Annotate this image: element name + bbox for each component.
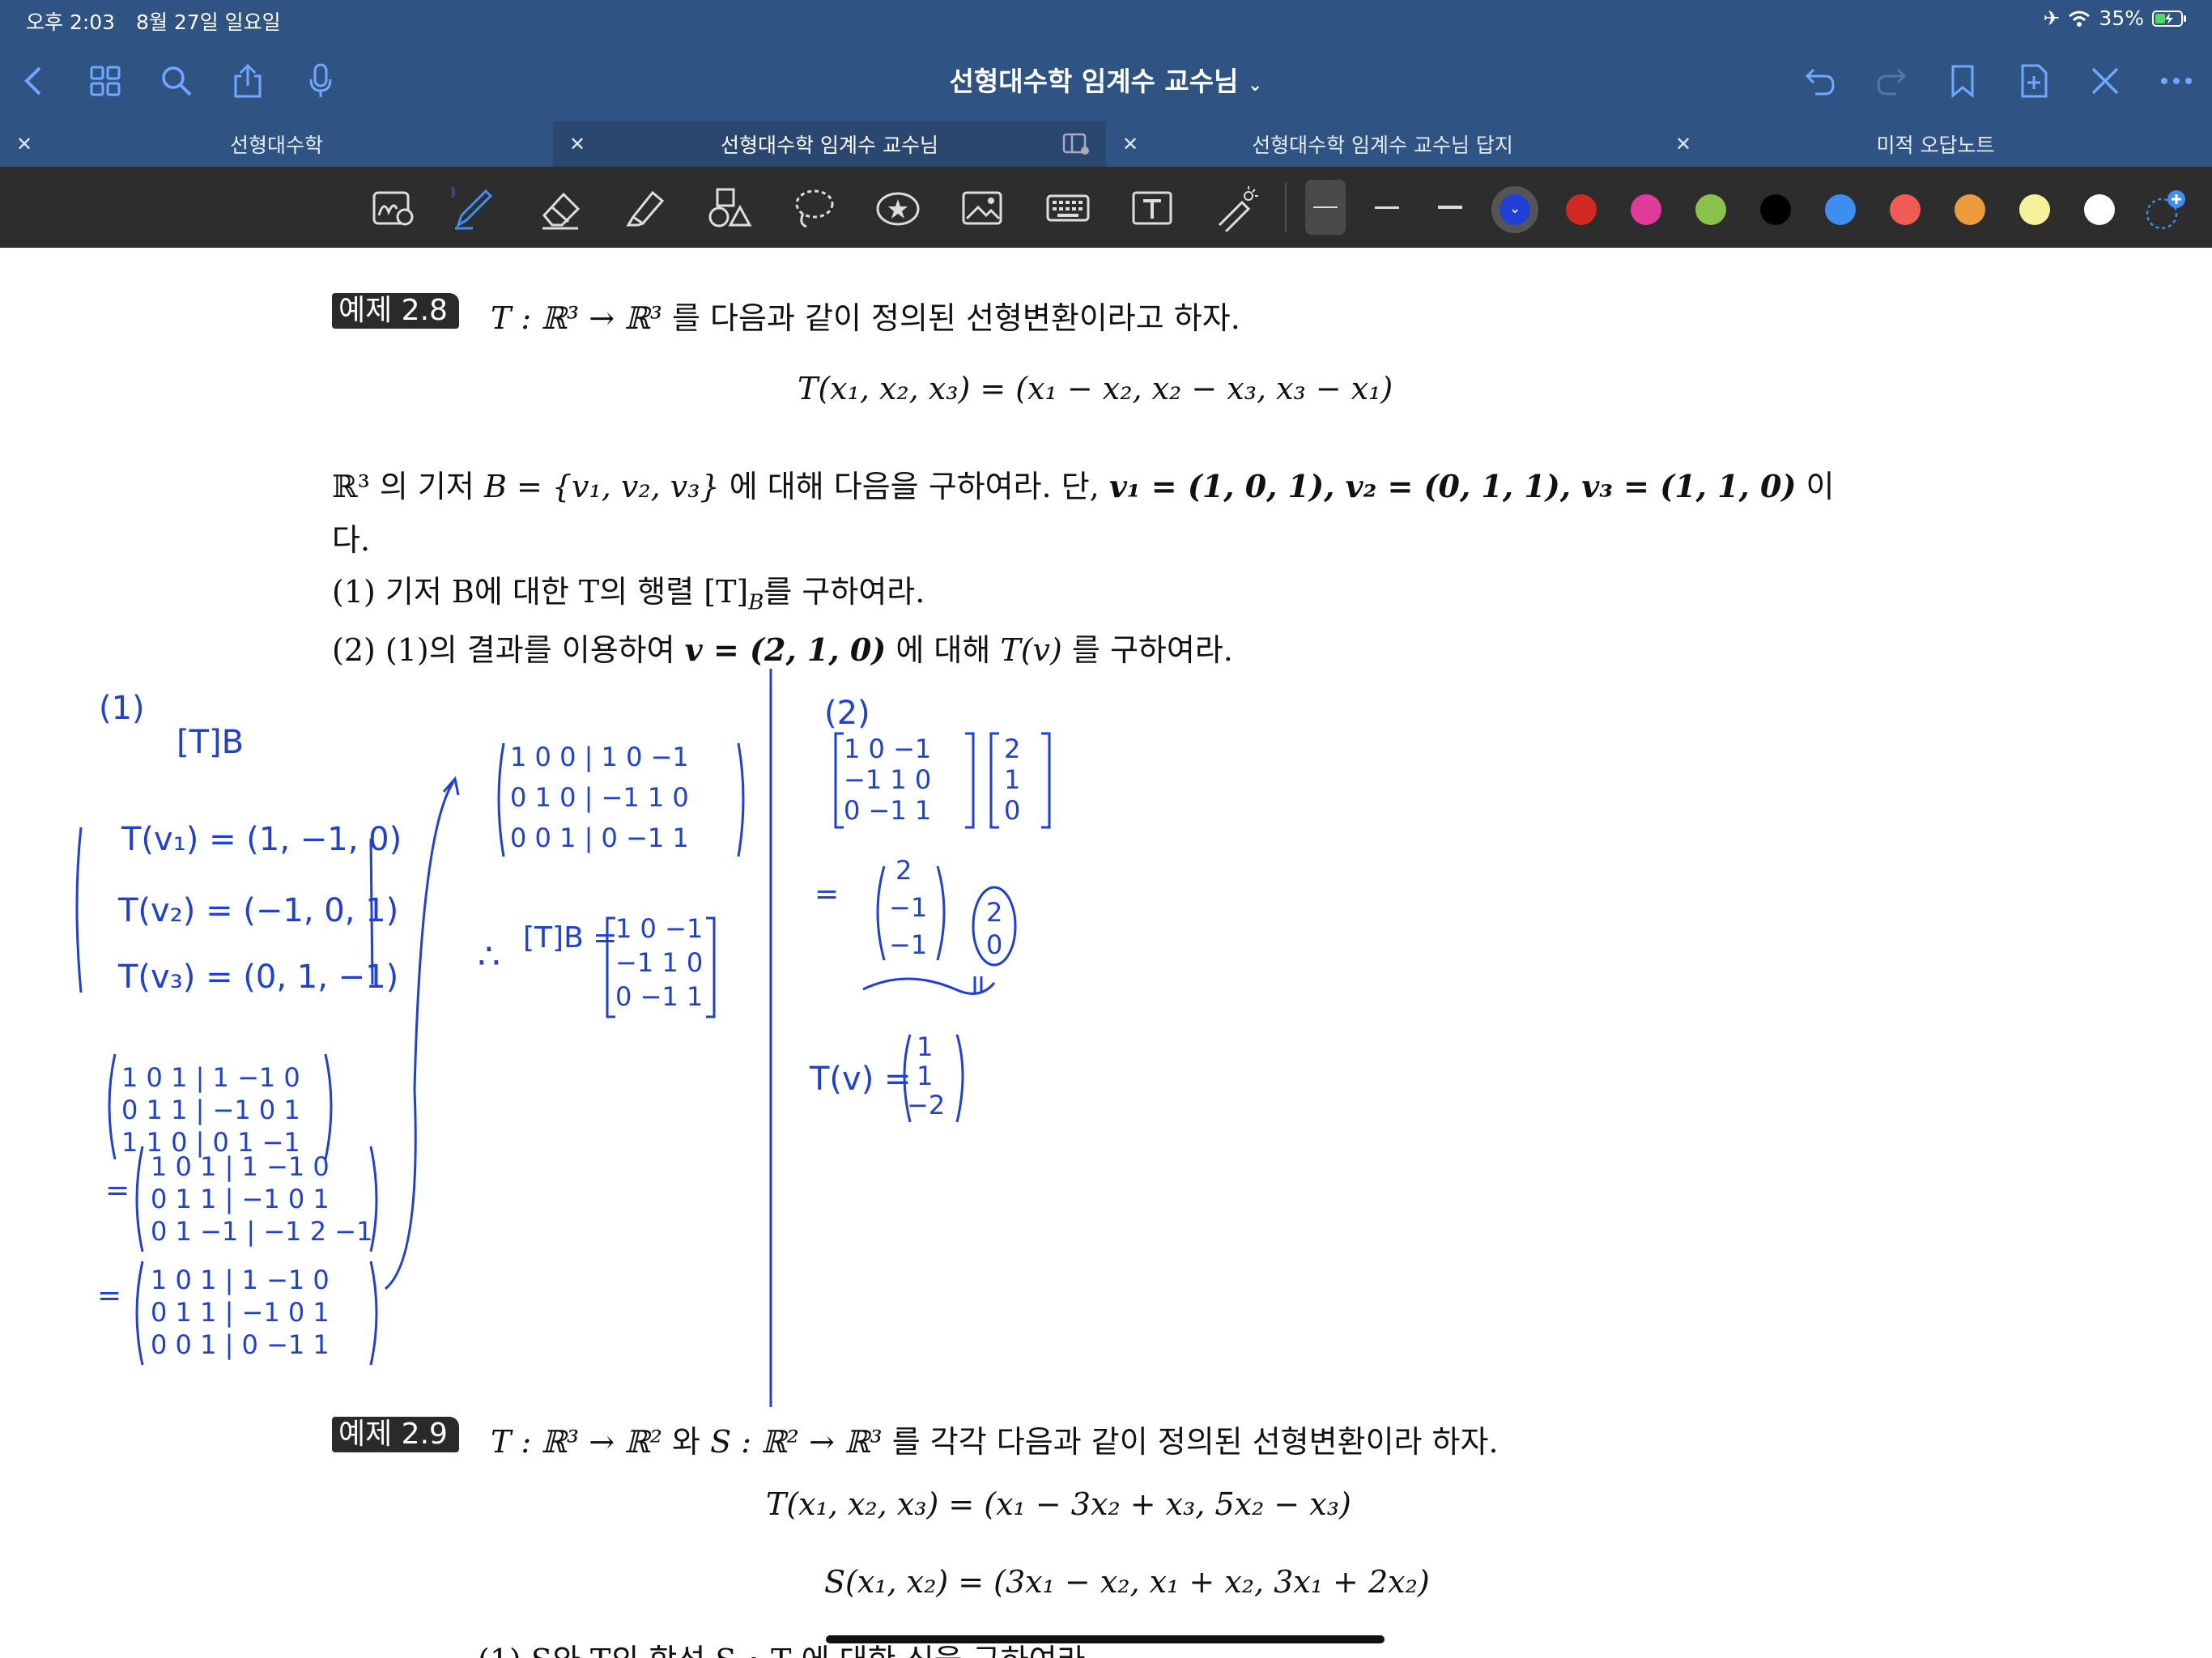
wifi-icon: [2069, 11, 2091, 27]
hw-v-row1: 2: [1004, 733, 1020, 764]
hw-tv-row3: −2: [907, 1090, 945, 1120]
drawing-toolbar: ᛒ ⌄: [0, 167, 2212, 248]
selected-color-ring[interactable]: ⌄: [1491, 186, 1538, 233]
hw-c-row2: 0: [986, 929, 1002, 960]
more-icon[interactable]: [2152, 57, 2201, 105]
thickness-medium-button[interactable]: [1367, 180, 1407, 235]
close-tab-icon[interactable]: ✕: [16, 133, 32, 155]
svg-text:=: =: [815, 878, 839, 911]
bookmark-icon[interactable]: [1938, 57, 1987, 105]
thickness-thin-button[interactable]: [1305, 180, 1346, 235]
eraser-icon[interactable]: [538, 185, 585, 232]
color-swatch-green[interactable]: [1695, 194, 1726, 225]
home-indicator: [826, 1635, 1385, 1643]
redo-icon[interactable]: [1867, 57, 1916, 105]
undo-icon[interactable]: [1796, 57, 1844, 105]
laser-pointer-icon[interactable]: [1213, 185, 1260, 232]
close-tab-icon[interactable]: ✕: [1122, 133, 1138, 155]
tab-bar: ✕ 선형대수학 ✕ 선형대수학 임계수 교수님 ✕ 선형대수학 임계수 교수님 답지 …: [0, 121, 2212, 167]
status-time: 오후 2:03: [26, 11, 116, 34]
svg-text:=: =: [105, 1174, 130, 1207]
hw-aug-top-row1: 1 0 1 | 1 −1 0: [121, 1062, 300, 1093]
hw-result-row2: −1 1 0: [615, 947, 703, 978]
hw-tb-label: [T]B: [177, 724, 244, 761]
color-swatch-yellow[interactable]: [2019, 194, 2050, 225]
battery-percent: 35%: [2099, 6, 2144, 30]
split-view-icon[interactable]: [1062, 133, 1090, 155]
hw-r-row3: −1: [889, 929, 927, 960]
hw-tv-row1: 1: [917, 1031, 933, 1062]
hw-v-row3: 0: [1004, 795, 1020, 826]
handwriting-layer: (1) [T]B T(v₁) = (1, −1, 0) T(v₂) = (−1,…: [75, 669, 1051, 1407]
svg-text:ᛒ: ᛒ: [450, 186, 457, 199]
tab-1[interactable]: ✕ 선형대수학: [0, 121, 553, 167]
status-left: 오후 2:03 8월 27일 일요일: [26, 6, 281, 36]
toolbar-divider: [1285, 183, 1287, 232]
tab-2[interactable]: ✕ 선형대수학 임계수 교수님: [553, 121, 1106, 167]
keyboard-icon[interactable]: [1044, 185, 1091, 232]
color-swatch-pink[interactable]: [1631, 194, 1661, 225]
hw-prod-row2: −1 1 0: [844, 764, 931, 795]
shapes-icon[interactable]: [706, 185, 753, 232]
svg-text:[T]B =: [T]B =: [523, 921, 617, 954]
hw-aug-mid-row1: 1 0 1 | 1 −1 0: [151, 1151, 330, 1182]
hw-rref-row2: 0 1 0 | −1 1 0: [510, 782, 689, 813]
color-swatch-coral[interactable]: [1890, 194, 1921, 225]
hw-aug-bot-row3: 0 0 1 | 0 −1 1: [151, 1329, 330, 1360]
hw-aug-mid-row3: 0 1 −1 | −1 2 −1: [151, 1216, 372, 1247]
hw-tv-row2: 1: [917, 1061, 933, 1091]
battery-icon: [2152, 10, 2186, 27]
add-page-icon[interactable]: [2010, 57, 2058, 105]
hw-result-row3: 0 −1 1: [615, 981, 703, 1012]
tab-3[interactable]: ✕ 선형대수학 임계수 교수님 답지: [1106, 121, 1659, 167]
highlighter-icon[interactable]: [622, 185, 669, 232]
text-box-icon[interactable]: [1129, 185, 1176, 232]
hw-therefore: ∴: [478, 936, 500, 977]
hw-r-row1: 2: [895, 855, 912, 886]
chevron-down-icon: ⌄: [1248, 75, 1263, 96]
add-color-icon[interactable]: [2142, 188, 2189, 235]
hw-rref-row3: 0 0 1 | 0 −1 1: [510, 823, 689, 853]
hw-tv3: T(v₃) = (0, 1, −1): [117, 959, 398, 996]
color-swatch-black[interactable]: [1760, 194, 1791, 225]
sticker-icon[interactable]: [874, 185, 921, 232]
hw-aug-top-row2: 0 1 1 | −1 0 1: [121, 1095, 300, 1125]
hw-part1-label: (1): [99, 690, 145, 727]
hw-v-row2: 1: [1004, 764, 1020, 795]
hw-tv-label: T(v) =: [809, 1061, 912, 1098]
color-swatch-blue[interactable]: [1825, 194, 1856, 225]
image-icon[interactable]: [959, 185, 1006, 232]
hw-c-row1: 2: [986, 897, 1002, 928]
thickness-thick-button[interactable]: [1430, 180, 1470, 235]
nav-bar: 선형대수학 임계수 교수님 ⌄: [0, 39, 2212, 121]
color-swatch-white[interactable]: [2084, 194, 2115, 225]
hw-aug-bot-row1: 1 0 1 | 1 −1 0: [151, 1265, 330, 1295]
close-tab-icon[interactable]: ✕: [1675, 133, 1691, 155]
hw-tv2: T(v₂) = (−1, 0, 1): [117, 892, 398, 929]
status-date: 8월 27일 일요일: [136, 11, 281, 34]
airplane-icon: ✈: [2043, 6, 2061, 30]
hw-prod-row1: 1 0 −1: [844, 733, 931, 764]
color-swatch-red[interactable]: [1566, 194, 1597, 225]
pen-icon[interactable]: ᛒ: [450, 185, 497, 232]
hw-rref-row1: 1 0 0 | 1 0 −1: [510, 742, 689, 772]
close-tab-icon[interactable]: ✕: [569, 133, 585, 155]
lasso-icon[interactable]: [790, 185, 837, 232]
hw-r-row2: −1: [889, 892, 927, 923]
hw-part2-label: (2): [824, 695, 870, 732]
color-swatch-orange[interactable]: [1955, 194, 1985, 225]
tab-4[interactable]: ✕ 미적 오답노트: [1659, 121, 2212, 167]
hw-result-row1: 1 0 −1: [615, 913, 703, 944]
status-right: ✈ 35%: [2043, 6, 2188, 30]
hw-prod-row3: 0 −1 1: [844, 795, 931, 826]
hw-tv1: T(v₁) = (1, −1, 0): [121, 821, 402, 858]
hw-aug-bot-row2: 0 1 1 | −1 0 1: [151, 1297, 330, 1328]
hw-aug-mid-row2: 0 1 1 | −1 0 1: [151, 1184, 330, 1214]
close-pen-icon[interactable]: [2081, 57, 2129, 105]
chevron-down-icon: ⌄: [1499, 194, 1530, 225]
status-bar: 오후 2:03 8월 27일 일요일 ✈ 35%: [0, 0, 2212, 39]
svg-text:=: =: [97, 1279, 121, 1312]
zoom-write-icon[interactable]: [369, 185, 416, 232]
